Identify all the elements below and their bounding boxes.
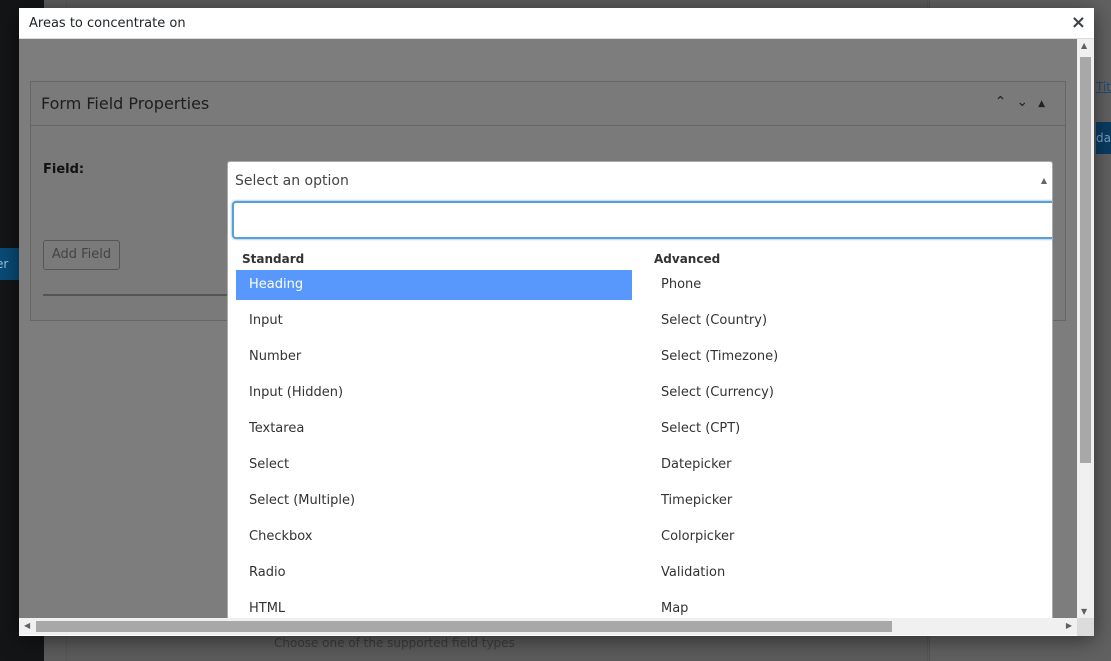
option-html[interactable]: HTML	[236, 594, 632, 618]
close-icon[interactable]: ×	[1071, 12, 1086, 33]
modal-header: Areas to concentrate on ×	[19, 8, 1094, 39]
modal-title: Areas to concentrate on	[29, 16, 186, 31]
scrollbar-corner	[1077, 618, 1094, 636]
option-group-standard: Standard Heading Input Number Input (Hid…	[236, 249, 632, 618]
option-select-multiple[interactable]: Select (Multiple)	[236, 486, 632, 522]
vertical-scrollbar[interactable]: ▲ ▼	[1077, 39, 1094, 618]
dropdown-arrow-icon: ▲	[1040, 176, 1047, 185]
field-type-select[interactable]: Select an option ▲	[227, 161, 1053, 198]
option-validation[interactable]: Validation	[648, 558, 1044, 594]
scroll-left-icon[interactable]: ◀	[24, 621, 30, 630]
postbox-header: Form Field Properties ⌃⌄▲	[31, 82, 1065, 126]
horizontal-scrollbar[interactable]: ◀ ▶	[19, 618, 1077, 635]
group-label: Advanced	[654, 252, 721, 266]
side-button: dat	[1096, 122, 1111, 154]
option-radio[interactable]: Radio	[236, 558, 632, 594]
postbox-controls: ⌃⌄▲	[995, 94, 1055, 110]
option-datepicker[interactable]: Datepicker	[648, 450, 1044, 486]
move-up-icon[interactable]: ⌃	[995, 94, 1017, 110]
option-group-advanced: Advanced Phone Select (Country) Select (…	[648, 249, 1044, 618]
option-textarea[interactable]: Textarea	[236, 414, 632, 450]
option-input-hidden[interactable]: Input (Hidden)	[236, 378, 632, 414]
select-current-value: Select an option	[235, 173, 349, 189]
option-select-cpt[interactable]: Select (CPT)	[648, 414, 1044, 450]
move-down-icon[interactable]: ⌄	[1016, 94, 1038, 110]
field-label: Field:	[43, 162, 85, 177]
option-checkbox[interactable]: Checkbox	[236, 522, 632, 558]
divider	[43, 294, 243, 296]
postbox-title: Form Field Properties	[41, 94, 210, 113]
option-select[interactable]: Select	[236, 450, 632, 486]
option-colorpicker[interactable]: Colorpicker	[648, 522, 1044, 558]
scroll-down-icon[interactable]: ▼	[1081, 607, 1087, 616]
field-hint-text: Choose one of the supported field types	[274, 636, 515, 650]
toggle-panel-icon[interactable]: ▲	[1038, 99, 1055, 109]
select-dropdown: Standard Heading Input Number Input (Hid…	[227, 197, 1053, 618]
option-select-country[interactable]: Select (Country)	[648, 306, 1044, 342]
group-label: Standard	[242, 252, 305, 266]
search-input[interactable]	[232, 201, 1052, 239]
option-select-timezone[interactable]: Select (Timezone)	[648, 342, 1044, 378]
add-field-button[interactable]: Add Field	[43, 240, 120, 270]
scroll-right-icon[interactable]: ▶	[1066, 621, 1072, 630]
modal-body: Form Field Properties ⌃⌄▲ Field: Add Fie…	[19, 39, 1077, 618]
horizontal-scroll-thumb[interactable]	[36, 621, 892, 632]
option-number[interactable]: Number	[236, 342, 632, 378]
vertical-scroll-thumb[interactable]	[1080, 57, 1091, 463]
side-link: Tit	[1096, 80, 1111, 94]
modal-dialog: Areas to concentrate on × Form Field Pro…	[19, 8, 1094, 636]
scroll-up-icon[interactable]: ▲	[1081, 41, 1087, 50]
option-select-currency[interactable]: Select (Currency)	[648, 378, 1044, 414]
option-input[interactable]: Input	[236, 306, 632, 342]
option-map[interactable]: Map	[648, 594, 1044, 618]
option-timepicker[interactable]: Timepicker	[648, 486, 1044, 522]
option-heading[interactable]: Heading	[236, 270, 632, 300]
option-phone[interactable]: Phone	[648, 270, 1044, 306]
admin-menu-active-item: er	[0, 248, 20, 280]
